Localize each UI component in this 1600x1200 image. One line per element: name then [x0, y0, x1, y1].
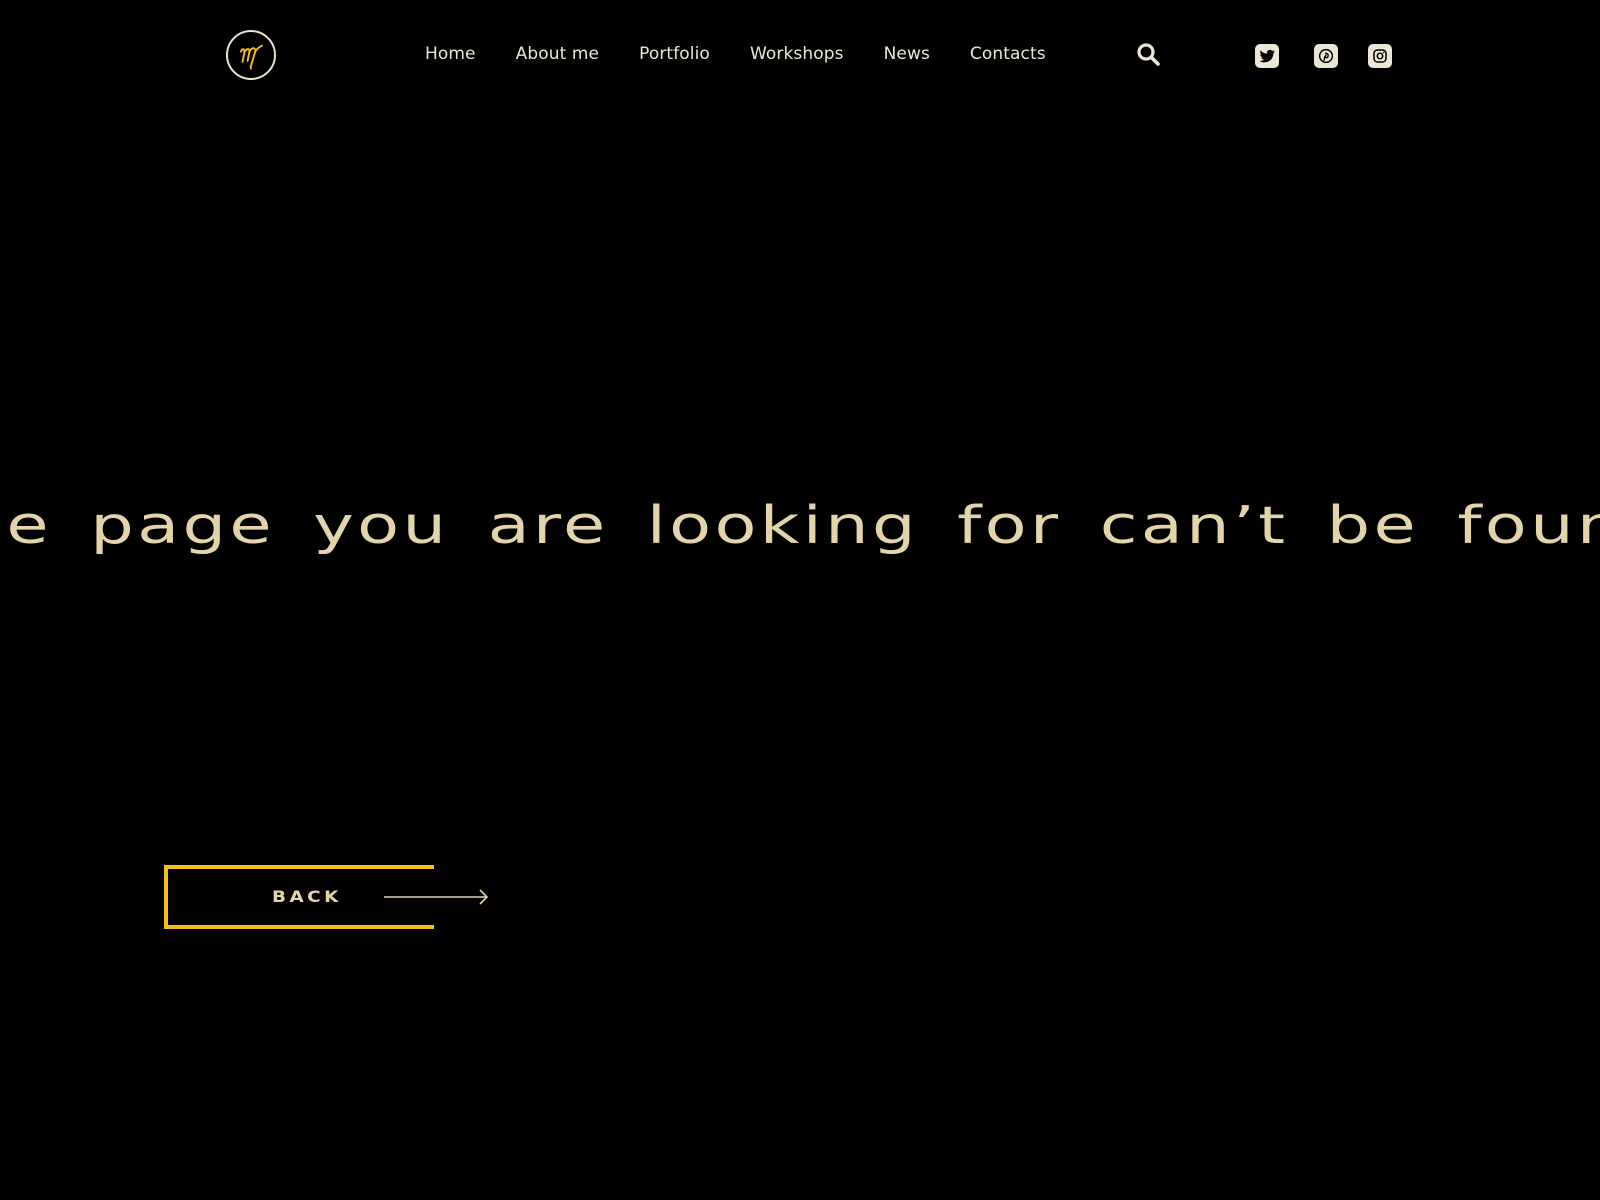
main-nav: Home About me Portfolio Workshops News C… — [425, 44, 1086, 64]
nav-workshops[interactable]: Workshops — [750, 44, 844, 64]
nav-contacts[interactable]: Contacts — [970, 44, 1046, 64]
nav-home[interactable]: Home — [425, 44, 476, 64]
nav-about-me[interactable]: About me — [516, 44, 599, 64]
site-header: Home About me Portfolio Workshops News C… — [0, 0, 1600, 112]
pinterest-link[interactable] — [1314, 44, 1338, 68]
search-icon — [1137, 43, 1160, 66]
logo-monogram-icon — [239, 44, 263, 70]
instagram-link[interactable] — [1368, 44, 1392, 68]
instagram-icon — [1373, 49, 1387, 63]
search-button[interactable] — [1136, 42, 1162, 68]
twitter-link[interactable] — [1255, 44, 1279, 68]
nav-news[interactable]: News — [884, 44, 930, 64]
back-button[interactable]: BACK — [164, 865, 489, 929]
pinterest-icon — [1318, 48, 1334, 64]
twitter-icon — [1259, 49, 1275, 63]
nav-portfolio[interactable]: Portfolio — [639, 44, 710, 64]
error-headline: the page you are looking for can’t be fo… — [0, 496, 1600, 556]
back-button-label: BACK — [272, 887, 342, 906]
arrow-right-icon — [384, 889, 489, 905]
logo[interactable] — [226, 30, 276, 80]
